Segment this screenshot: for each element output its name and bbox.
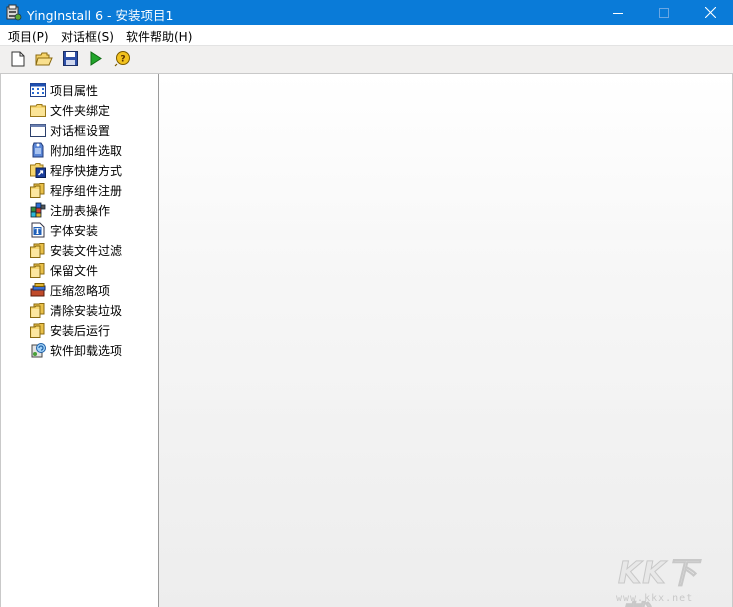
compress-icon bbox=[29, 282, 46, 298]
nav-item-addon-selection[interactable]: 附加组件选取 bbox=[29, 141, 122, 159]
open-button[interactable] bbox=[35, 51, 53, 69]
run-button[interactable] bbox=[87, 51, 105, 69]
app-installer-icon bbox=[5, 4, 22, 21]
folders-icon bbox=[29, 302, 46, 318]
watermark-url: www.kkx.net bbox=[616, 593, 694, 604]
maximize-button[interactable] bbox=[641, 0, 687, 25]
nav-item-uninstall-options[interactable]: 软件卸载选项 bbox=[29, 341, 122, 359]
nav-item-folder-binding[interactable]: 文件夹绑定 bbox=[29, 101, 110, 119]
nav-item-install-file-filter[interactable]: 安装文件过滤 bbox=[29, 241, 122, 259]
help-button[interactable]: ? bbox=[113, 51, 131, 69]
toolbar: ? bbox=[0, 45, 733, 74]
nav-item-run-after-install[interactable]: 安装后运行 bbox=[29, 321, 110, 339]
nav-item-project-properties[interactable]: 项目属性 bbox=[29, 81, 98, 99]
minimize-button[interactable] bbox=[595, 0, 641, 25]
nav-label: 软件卸载选项 bbox=[50, 343, 123, 358]
nav-label: 保留文件 bbox=[50, 263, 99, 278]
menu-project[interactable]: 项目(P) bbox=[8, 28, 49, 45]
nav-item-component-registration[interactable]: 程序组件注册 bbox=[29, 181, 122, 199]
nav-label: 安装后运行 bbox=[50, 323, 111, 338]
watermark: KK下载 www.kkx.net bbox=[612, 548, 722, 607]
nav-item-dialog-settings[interactable]: 对话框设置 bbox=[29, 121, 110, 139]
folders-icon bbox=[29, 182, 46, 198]
run-play-icon bbox=[90, 51, 102, 69]
dialog-window-icon bbox=[29, 122, 46, 138]
folder-icon bbox=[29, 102, 46, 118]
new-file-icon bbox=[11, 51, 25, 70]
content-pane bbox=[159, 74, 733, 607]
uninstall-icon bbox=[29, 342, 46, 358]
nav-item-registry-operations[interactable]: 注册表操作 bbox=[29, 201, 110, 219]
close-button[interactable] bbox=[687, 0, 733, 25]
svg-text:?: ? bbox=[120, 55, 125, 65]
nav-label: 项目属性 bbox=[50, 83, 99, 98]
nav-label: 程序组件注册 bbox=[50, 183, 123, 198]
nav-label: 附加组件选取 bbox=[50, 143, 123, 158]
title-bar: YingInstall 6 - 安装项目1 bbox=[0, 0, 733, 25]
help-icon: ? bbox=[114, 50, 131, 70]
folders-icon bbox=[29, 262, 46, 278]
nav-label: 清除安装垃圾 bbox=[50, 303, 123, 318]
nav-item-font-installation[interactable]: T 字体安装 bbox=[29, 221, 98, 239]
nav-label: 文件夹绑定 bbox=[50, 103, 111, 118]
open-folder-icon bbox=[35, 51, 53, 70]
nav-label: 字体安装 bbox=[50, 223, 99, 238]
nav-item-clean-install-junk[interactable]: 清除安装垃圾 bbox=[29, 301, 122, 319]
menu-bar: 项目(P) 对话框(S) 软件帮助(H) bbox=[0, 25, 733, 45]
folders-icon bbox=[29, 322, 46, 338]
save-button[interactable] bbox=[61, 51, 79, 69]
nav-label: 安装文件过滤 bbox=[50, 243, 123, 258]
nav-label: 压缩忽略项 bbox=[50, 283, 111, 298]
shortcut-icon bbox=[29, 162, 46, 178]
menu-dialog[interactable]: 对话框(S) bbox=[61, 28, 114, 45]
window-title: YingInstall 6 - 安装项目1 bbox=[27, 8, 174, 23]
nav-label: 程序快捷方式 bbox=[50, 163, 123, 178]
svg-text:T: T bbox=[34, 226, 40, 236]
folders-icon bbox=[29, 242, 46, 258]
registry-icon bbox=[29, 202, 46, 218]
component-icon bbox=[29, 142, 46, 158]
nav-label: 对话框设置 bbox=[50, 123, 111, 138]
nav-item-shortcuts[interactable]: 程序快捷方式 bbox=[29, 161, 122, 179]
save-icon bbox=[62, 51, 78, 69]
nav-item-compression-ignore[interactable]: 压缩忽略项 bbox=[29, 281, 110, 299]
font-icon: T bbox=[29, 222, 46, 238]
project-properties-icon bbox=[29, 82, 46, 98]
nav-item-retained-files[interactable]: 保留文件 bbox=[29, 261, 98, 279]
menu-help[interactable]: 软件帮助(H) bbox=[126, 28, 192, 45]
nav-label: 注册表操作 bbox=[50, 203, 111, 218]
left-navigation-pane: 项目属性 文件夹绑定 对话框设置 附加组件选取 程序快捷方式 程序组件注册 注册… bbox=[0, 74, 159, 607]
new-file-button[interactable] bbox=[9, 51, 27, 69]
